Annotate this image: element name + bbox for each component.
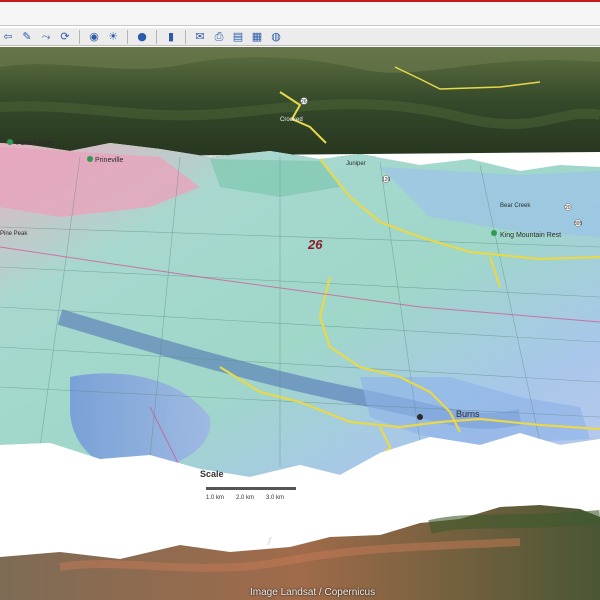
toolbar-separator — [127, 29, 128, 44]
toolbar-separator — [156, 29, 157, 44]
place-label-juniper: Juniper — [346, 161, 366, 167]
sunlight-icon[interactable]: ☀ — [105, 29, 121, 45]
place-label-bear-creek: Bear Creek — [500, 203, 531, 209]
highway-shield-395: 395 — [574, 221, 583, 227]
print-icon[interactable]: ⎙ — [211, 29, 227, 45]
scale-label: Scale — [200, 469, 224, 479]
planet-icon[interactable]: ● — [134, 29, 150, 45]
geologic-map-overlay — [0, 143, 600, 488]
place-label-crooked: Crooked — [280, 117, 303, 123]
path-icon[interactable]: ⤳ — [38, 29, 54, 45]
sync-icon[interactable]: ⟳ — [57, 29, 73, 45]
google-earth-window: ⇦ ✎ ⤳ ⟳ ◉ ☀ ● ▮ ✉ ⎙ ▤ ▦ ◍ Powell Butte P… — [0, 0, 600, 600]
highway-shield-126: 126 — [382, 177, 391, 183]
place-label-pine-peak: Pine Peak — [0, 231, 28, 237]
save-image-icon[interactable]: ▤ — [230, 29, 246, 45]
pen-icon[interactable]: ✎ — [19, 29, 35, 45]
satellite-terrain-top — [0, 47, 600, 157]
route-number-label: 26 — [307, 237, 323, 252]
place-label-king-mountain: King Mountain Rest — [500, 232, 561, 239]
map-icon[interactable]: ▦ — [249, 29, 265, 45]
imagery-attribution: Image Landsat / Copernicus — [250, 587, 376, 598]
toolbar: ⇦ ✎ ⤳ ⟳ ◉ ☀ ● ▮ ✉ ⎙ ▤ ▦ ◍ — [0, 28, 600, 46]
scale-tick-1: 1.0 km — [206, 495, 224, 501]
title-bar — [0, 2, 600, 26]
earth-icon[interactable]: ◍ — [268, 29, 284, 45]
toolbar-separator — [79, 29, 80, 44]
ruler-icon[interactable]: ▮ — [163, 29, 179, 45]
place-label-burns: Burns — [456, 409, 480, 419]
globe-icon[interactable]: ◉ — [86, 29, 102, 45]
highway-shield-20: 20 — [565, 205, 571, 211]
toolbar-separator — [185, 29, 186, 44]
scale-tick-2: 2.0 km — [236, 495, 254, 501]
scale-tick-3: 3.0 km — [266, 495, 284, 501]
email-icon[interactable]: ✉ — [192, 29, 208, 45]
map-3d-viewport[interactable]: Powell Butte Prineville Crooked King Mou… — [0, 47, 600, 600]
terrain-view[interactable]: Powell Butte Prineville Crooked King Mou… — [0, 47, 600, 600]
arrow-icon[interactable]: ⇦ — [0, 29, 16, 45]
place-label-prineville: Prineville — [95, 157, 124, 164]
place-label-powell-butte: Powell Butte — [16, 140, 55, 147]
highway-shield-26: 26 — [301, 99, 307, 105]
